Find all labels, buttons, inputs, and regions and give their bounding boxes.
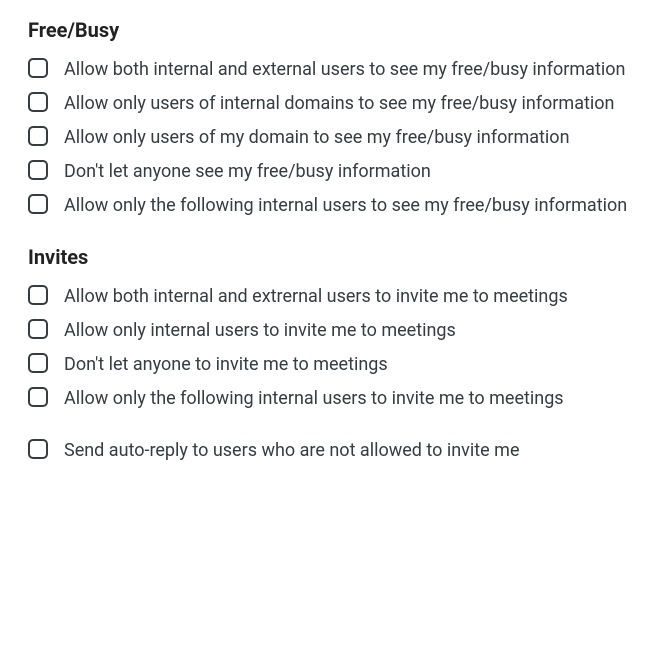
freebusy-option-row: Allow only the following internal users … [28, 192, 628, 220]
invites-option-row: Allow only the following internal users … [28, 385, 628, 413]
freebusy-allow-all-checkbox[interactable] [28, 58, 48, 78]
freebusy-allow-specific-users-label: Allow only the following internal users … [64, 192, 627, 220]
invites-allow-specific-users-label: Allow only the following internal users … [64, 385, 564, 413]
invites-allow-all-checkbox[interactable] [28, 285, 48, 305]
freebusy-option-row: Allow only users of my domain to see my … [28, 124, 628, 152]
freebusy-allow-specific-users-checkbox[interactable] [28, 194, 48, 214]
invites-deny-all-label: Don't let anyone to invite me to meeting… [64, 351, 388, 379]
invites-auto-reply-row: Send auto-reply to users who are not all… [28, 437, 628, 465]
invites-option-row: Don't let anyone to invite me to meeting… [28, 351, 628, 379]
freebusy-deny-all-checkbox[interactable] [28, 160, 48, 180]
invites-section: Invites Allow both internal and extrerna… [28, 245, 633, 464]
invites-allow-internal-checkbox[interactable] [28, 319, 48, 339]
invites-auto-reply-checkbox[interactable] [28, 439, 48, 459]
freebusy-deny-all-label: Don't let anyone see my free/busy inform… [64, 158, 431, 186]
freebusy-allow-internal-domains-checkbox[interactable] [28, 92, 48, 112]
permissions-settings-page: Free/Busy Allow both internal and extern… [0, 0, 653, 491]
freebusy-heading: Free/Busy [28, 18, 633, 42]
freebusy-allow-my-domain-label: Allow only users of my domain to see my … [64, 124, 570, 152]
invites-allow-specific-users-checkbox[interactable] [28, 387, 48, 407]
invites-auto-reply-label: Send auto-reply to users who are not all… [64, 437, 520, 465]
invites-option-row: Allow both internal and extrernal users … [28, 283, 628, 311]
freebusy-allow-all-label: Allow both internal and external users t… [64, 56, 625, 84]
freebusy-allow-internal-domains-label: Allow only users of internal domains to … [64, 90, 614, 118]
freebusy-section: Free/Busy Allow both internal and extern… [28, 18, 633, 219]
freebusy-option-row: Don't let anyone see my free/busy inform… [28, 158, 628, 186]
freebusy-option-row: Allow only users of internal domains to … [28, 90, 628, 118]
invites-heading: Invites [28, 245, 633, 269]
freebusy-option-row: Allow both internal and external users t… [28, 56, 628, 84]
invites-deny-all-checkbox[interactable] [28, 353, 48, 373]
invites-allow-all-label: Allow both internal and extrernal users … [64, 283, 568, 311]
invites-allow-internal-label: Allow only internal users to invite me t… [64, 317, 456, 345]
invites-option-row: Allow only internal users to invite me t… [28, 317, 628, 345]
freebusy-allow-my-domain-checkbox[interactable] [28, 126, 48, 146]
